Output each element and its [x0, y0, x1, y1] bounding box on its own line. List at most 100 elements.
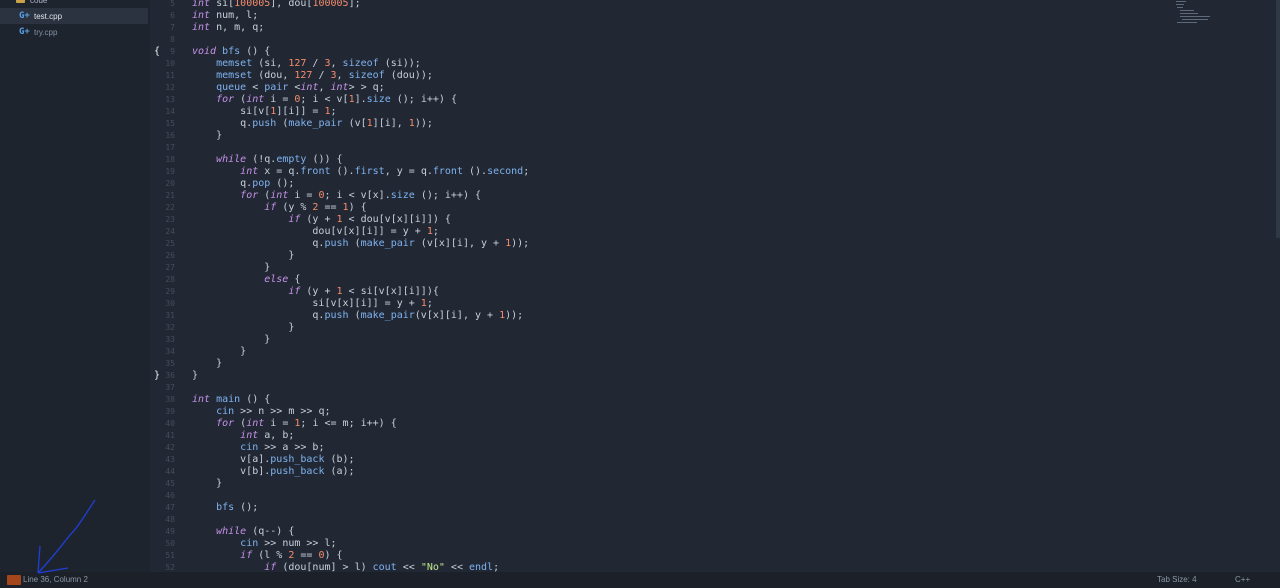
code-line[interactable]: 23 if (y + 1 < dou[v[x][i]]) { [150, 214, 1250, 226]
code-line[interactable]: 33 } [150, 334, 1250, 346]
code-line[interactable]: 21 for (int i = 0; i < v[x].size (); i++… [150, 190, 1250, 202]
vertical-scrollbar[interactable] [1276, 0, 1280, 238]
code-line[interactable]: 49 while (q--) { [150, 526, 1250, 538]
line-number: 15 [165, 119, 175, 128]
code-line[interactable]: 16 } [150, 130, 1250, 142]
line-number: 28 [165, 275, 175, 284]
file-label: try.cpp [34, 27, 58, 37]
code-line[interactable]: 45 } [150, 478, 1250, 490]
code-line[interactable]: 47 bfs (); [150, 502, 1250, 514]
status-indicator[interactable] [7, 575, 21, 585]
line-number: 11 [165, 71, 175, 80]
cursor-position[interactable]: Line 36, Column 2 [23, 575, 88, 584]
code-line[interactable]: 38 int main () { [150, 394, 1250, 406]
file-label: test.cpp [34, 11, 63, 21]
code-line[interactable]: 24 dou[v[x][i]] = y + 1; [150, 226, 1250, 238]
code-line[interactable]: {9 void bfs () { [150, 46, 1250, 58]
line-code: } [192, 478, 223, 489]
code-line[interactable]: 41 int a, b; [150, 430, 1250, 442]
line-code: } [192, 262, 271, 273]
code-line[interactable]: 11 memset (dou, 127 / 3, sizeof (dou)); [150, 70, 1250, 82]
line-code: if (y + 1 < dou[v[x][i]]) { [288, 214, 451, 225]
code-line[interactable]: 20 q.pop (); [150, 178, 1250, 190]
line-code: } [192, 130, 223, 141]
line-code: q.push (make_pair (v[1][i], 1)); [192, 118, 433, 129]
code-line[interactable]: 25 q.push (make_pair (v[x][i], y + 1)); [150, 238, 1250, 250]
code-line[interactable]: 29 if (y + 1 < si[v[x][i]]){ [150, 286, 1250, 298]
sidebar: code G+ test.cpp G+ try.cpp [0, 0, 150, 572]
line-number: 44 [165, 467, 175, 476]
code-line[interactable]: 28 else { [150, 274, 1250, 286]
code-line[interactable]: 14 si[v[1][i]] = 1; [150, 106, 1250, 118]
code-line[interactable]: 22 if (y % 2 == 1) { [150, 202, 1250, 214]
tab-size-button[interactable]: Tab Size: 4 [1157, 575, 1197, 584]
code-line[interactable]: 35 } [150, 358, 1250, 370]
code-line[interactable]: 7 int n, m, q; [150, 22, 1250, 34]
code-line[interactable]: 27 } [150, 262, 1250, 274]
line-number: 18 [165, 155, 175, 164]
line-number: 26 [165, 251, 175, 260]
line-code: int main () { [192, 394, 271, 405]
line-code: if (l % 2 == 0) { [240, 550, 343, 561]
line-number: 8 [170, 35, 175, 44]
code-line[interactable]: 31 q.push (make_pair(v[x][i], y + 1)); [150, 310, 1250, 322]
code-line[interactable]: 26 } [150, 250, 1250, 262]
file-test-cpp[interactable]: G+ test.cpp [0, 8, 148, 24]
code-line[interactable]: 39 cin >> n >> m >> q; [150, 406, 1250, 418]
line-number: 10 [165, 59, 175, 68]
line-code: if (y % 2 == 1) { [264, 202, 367, 213]
line-number: 45 [165, 479, 175, 488]
code-line[interactable]: 37 [150, 382, 1250, 394]
code-line[interactable]: 48 [150, 514, 1250, 526]
line-number: 7 [170, 23, 175, 32]
file-try-cpp[interactable]: G+ try.cpp [0, 24, 148, 40]
code-line[interactable]: 13 for (int i = 0; i < v[1].size (); i++… [150, 94, 1250, 106]
line-code: } [192, 370, 199, 381]
line-number: 49 [165, 527, 175, 536]
code-line[interactable]: 15 q.push (make_pair (v[1][i], 1)); [150, 118, 1250, 130]
code-line[interactable]: } 36} [150, 370, 1250, 382]
code-line[interactable]: 18 while (!q.empty ()) { [150, 154, 1250, 166]
code-editor[interactable]: 5 int si[100005], dou[100005]; 6 int num, l… [150, 0, 1280, 572]
line-code: while (q--) { [216, 526, 295, 537]
code-line[interactable]: 42 cin >> a >> b; [150, 442, 1250, 454]
code-line[interactable]: 12 queue < pair <int, int> > q; [150, 82, 1250, 94]
line-number: 25 [165, 239, 175, 248]
line-code: for (int i = 1; i <= m; i++) { [216, 418, 397, 429]
line-number: 12 [165, 83, 175, 92]
code-line[interactable]: 10 memset (si, 127 / 3, sizeof (si)); [150, 58, 1250, 70]
code-line[interactable]: 50 cin >> num >> l; [150, 538, 1250, 550]
code-line[interactable]: 40 for (int i = 1; i <= m; i++) { [150, 418, 1250, 430]
code-line[interactable]: 30 si[v[x][i]] = y + 1; [150, 298, 1250, 310]
line-code: int a, b; [240, 430, 295, 441]
code-line[interactable]: 17 [150, 142, 1250, 154]
line-number: 32 [165, 323, 175, 332]
line-number: 43 [165, 455, 175, 464]
line-code: cin >> num >> l; [240, 538, 337, 549]
line-number: 17 [165, 143, 175, 152]
line-code: int num, l; [192, 10, 259, 21]
code-line[interactable]: 8 [150, 34, 1250, 46]
code-line[interactable]: 19 int x = q.front ().first, y = q.front… [150, 166, 1250, 178]
cpp-file-icon: G+ [19, 27, 30, 37]
code-line[interactable]: 51 if (l % 2 == 0) { [150, 550, 1250, 562]
code-line[interactable]: 5 int si[100005], dou[100005]; [150, 0, 1250, 10]
line-code: memset (dou, 127 / 3, sizeof (dou)); [216, 70, 433, 81]
code-line[interactable]: 44 v[b].push_back (a); [150, 466, 1250, 478]
minimap[interactable] [1174, 0, 1214, 30]
line-number: 9 [170, 47, 175, 56]
code-line[interactable]: 52 if (dou[num] > l) cout << "No" << end… [150, 562, 1250, 572]
line-code: } [192, 334, 271, 345]
code-line[interactable]: 46 [150, 490, 1250, 502]
syntax-button[interactable]: C++ [1235, 575, 1250, 584]
line-number: 41 [165, 431, 175, 440]
line-code: int n, m, q; [192, 22, 265, 33]
code-line[interactable]: 6 int num, l; [150, 10, 1250, 22]
folder-code[interactable]: code [0, 0, 148, 8]
line-code: if (dou[num] > l) cout << "No" << endl; [264, 562, 500, 572]
code-line[interactable]: 43 v[a].push_back (b); [150, 454, 1250, 466]
line-number: 23 [165, 215, 175, 224]
code-line[interactable]: 34 } [150, 346, 1250, 358]
line-code: q.push (make_pair(v[x][i], y + 1)); [192, 310, 524, 321]
code-line[interactable]: 32 } [150, 322, 1250, 334]
